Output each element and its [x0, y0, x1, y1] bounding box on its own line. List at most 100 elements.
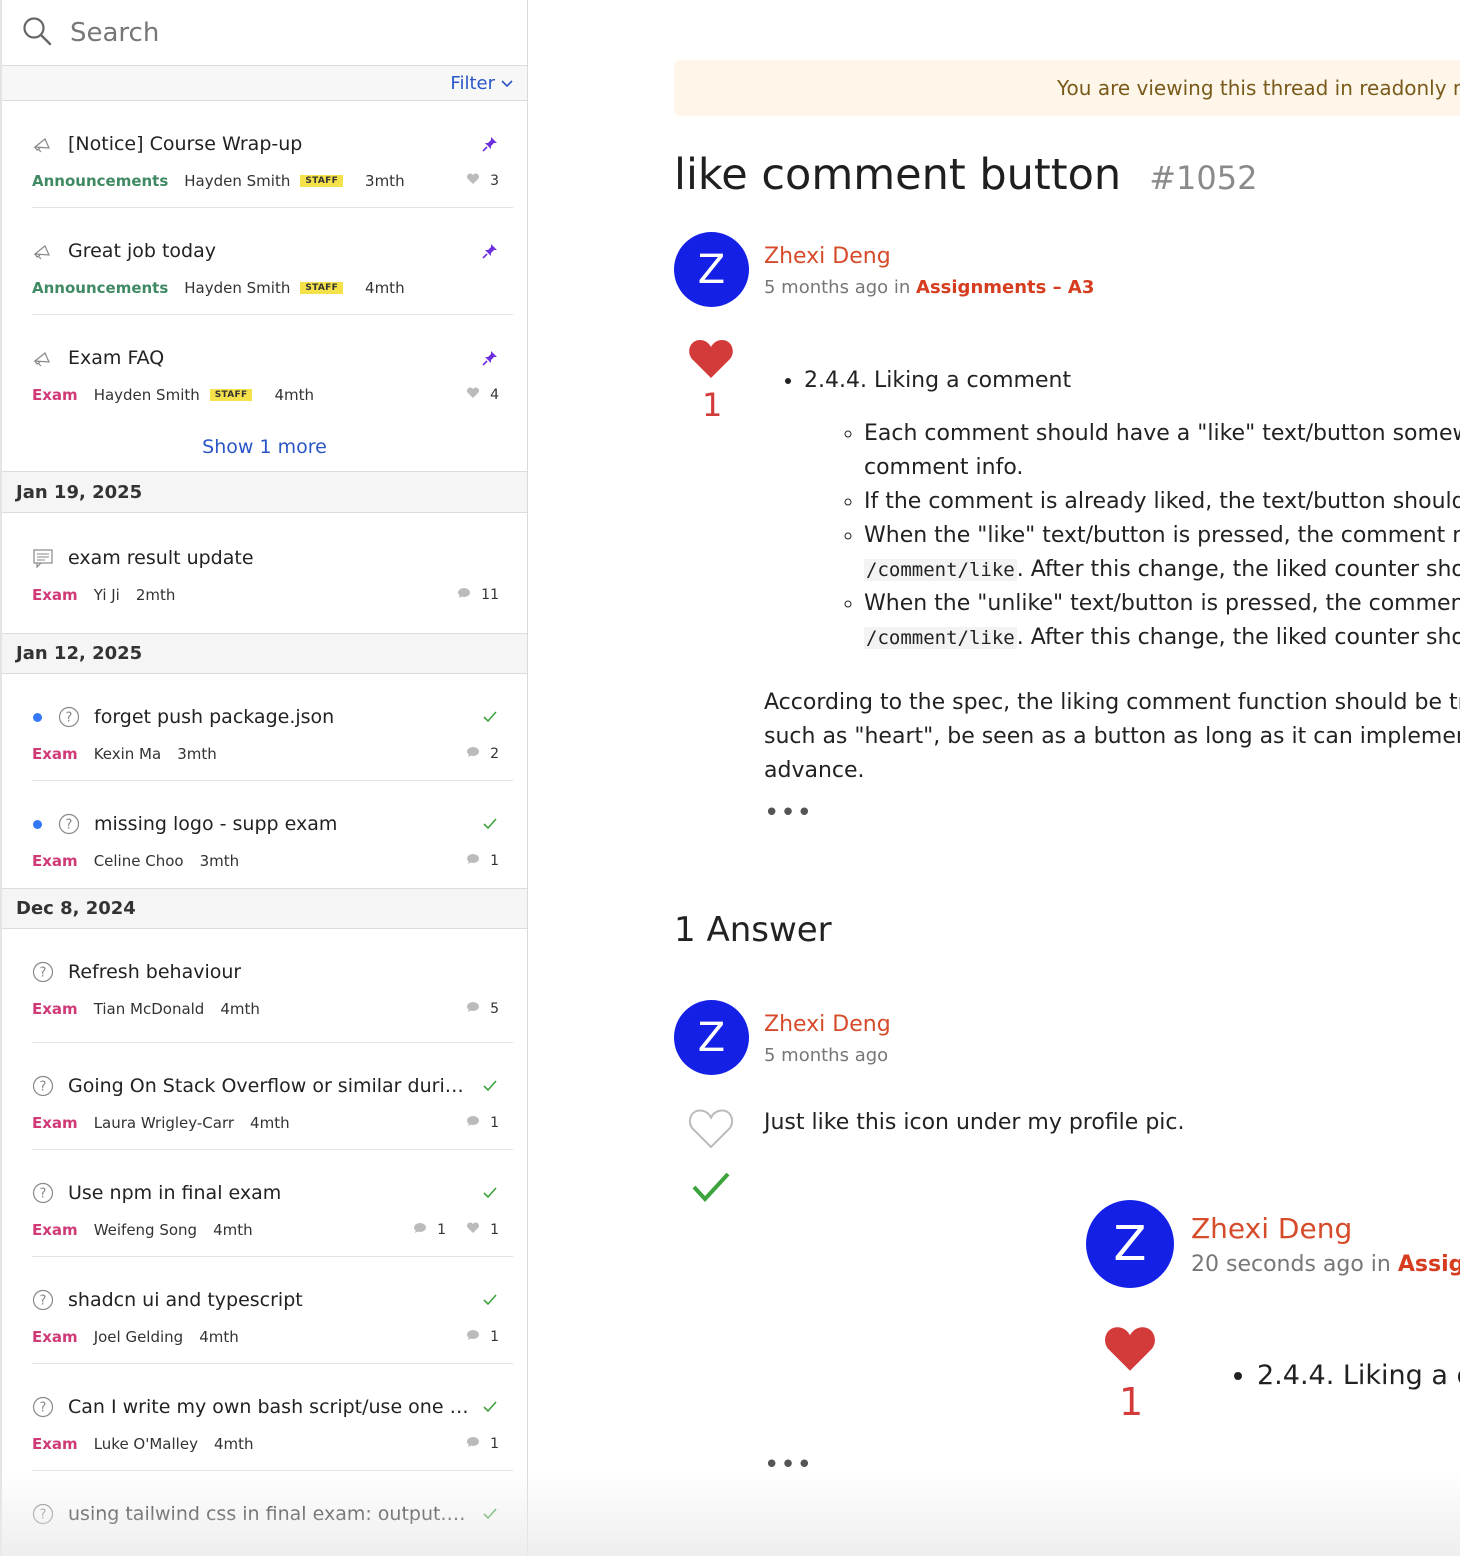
author-name: Yi Ji	[93, 586, 120, 604]
thread-item[interactable]: Great job today Announcements Hayden Smi…	[32, 208, 513, 315]
embedded-author-name: Zhexi Deng	[1191, 1212, 1353, 1245]
comment-icon	[466, 1001, 480, 1017]
answered-check-icon	[481, 1505, 499, 1523]
category-label: Exam	[32, 1000, 78, 1018]
comment-count: 1	[490, 853, 499, 869]
thread-title: exam result update	[68, 547, 254, 569]
author-name-link[interactable]: Zhexi Deng	[764, 244, 891, 269]
category-label: Exam	[32, 1328, 78, 1346]
thread-age: 3mth	[177, 745, 217, 763]
heart-like-button[interactable]	[688, 1108, 734, 1154]
thread-item[interactable]: ? Can I write my own bash script/use one…	[32, 1364, 513, 1471]
like-count: 1	[702, 386, 723, 424]
pin-icon	[481, 135, 499, 153]
avatar[interactable]: Z	[674, 232, 749, 307]
megaphone-icon	[32, 133, 54, 155]
unread-dot	[33, 819, 42, 829]
avatar: Z	[1086, 1200, 1174, 1288]
category-label: Exam	[32, 386, 78, 404]
megaphone-icon	[32, 347, 54, 369]
thread-item[interactable]: ? missing logo - supp exam Exam Celine C…	[32, 781, 513, 888]
heart-like-button[interactable]	[688, 338, 734, 384]
author-name: Hayden Smith	[184, 172, 291, 190]
thread-item[interactable]: ? using tailwind css in final exam: outp…	[32, 1471, 513, 1556]
thread-age: 4mth	[213, 1435, 254, 1453]
accepted-answer-check-icon[interactable]	[691, 1170, 731, 1208]
filter-button[interactable]: Filter	[450, 73, 513, 94]
thread-title: Great job today	[68, 240, 216, 262]
post-time: 5 months ago in	[764, 277, 911, 298]
comment-icon	[413, 1222, 427, 1238]
heart-icon	[466, 1222, 480, 1238]
thread-item[interactable]: [Notice] Course Wrap-up Announcements Ha…	[32, 101, 513, 208]
thread-title: forget push package.json	[94, 706, 335, 728]
heart-icon	[466, 173, 480, 189]
svg-text:?: ?	[40, 1401, 47, 1416]
megaphone-icon	[32, 240, 54, 262]
thread-item[interactable]: Exam FAQ Exam Hayden Smith STAFF 4mth 4	[32, 315, 513, 422]
answers-heading: 1 Answer	[674, 910, 832, 950]
thread-title: using tailwind css in final exam: output…	[68, 1503, 473, 1525]
comment-icon	[457, 587, 471, 603]
thread-age: 4mth	[220, 1000, 260, 1018]
thread-age: 4mth	[213, 1221, 253, 1239]
pin-icon	[481, 349, 499, 367]
question-icon: ?	[32, 1503, 54, 1525]
readonly-notice: You are viewing this thread in readonly …	[674, 60, 1460, 116]
author-name: Joel Gelding	[93, 1328, 184, 1346]
like-count: 4	[490, 387, 499, 403]
staff-badge: STAFF	[209, 389, 253, 401]
thread-age: 3mth	[365, 172, 405, 190]
staff-badge: STAFF	[300, 282, 344, 294]
show-more-link[interactable]: Show 1 more	[2, 422, 527, 472]
thread-item[interactable]: ? Going On Stack Overflow or similar dur…	[32, 1043, 513, 1150]
author-name: Luke O'Malley	[93, 1435, 198, 1453]
thread-item[interactable]: ? Refresh behaviour Exam Tian McDonald 4…	[32, 929, 513, 1043]
thread-number: #1052	[1149, 159, 1258, 197]
answered-check-icon	[481, 1184, 499, 1202]
search-icon	[22, 16, 52, 50]
more-options-button[interactable]: •••	[764, 1450, 813, 1480]
avatar[interactable]: Z	[674, 1000, 749, 1075]
chevron-down-icon	[501, 73, 513, 94]
embedded-post-time: 20 seconds ago in	[1191, 1252, 1391, 1277]
embedded-like-count: 1	[1119, 1380, 1144, 1424]
list-item: Each comment should have a "like" text/b…	[864, 417, 1460, 485]
thread-item[interactable]: exam result update Exam Yi Ji 2mth 11	[32, 513, 513, 633]
pin-icon	[481, 242, 499, 260]
unread-dot	[33, 712, 42, 722]
answer-text: Just like this icon under my profile pic…	[764, 1110, 1185, 1135]
author-name: Weifeng Song	[93, 1221, 198, 1239]
thread-title: [Notice] Course Wrap-up	[68, 133, 303, 155]
category-label: Announcements	[32, 172, 169, 190]
author-name-link[interactable]: Zhexi Deng	[764, 1012, 891, 1037]
thread-title: Refresh behaviour	[68, 961, 242, 983]
list-item: If the comment is already liked, the tex…	[864, 485, 1460, 519]
comment-icon	[466, 1436, 480, 1452]
thread-age: 4mth	[199, 1328, 239, 1346]
question-icon: ?	[32, 1182, 54, 1204]
question-icon: ?	[58, 706, 80, 728]
answered-check-icon	[481, 1398, 499, 1416]
thread-item[interactable]: ? forget push package.json Exam Kexin Ma…	[32, 674, 513, 781]
comment-icon	[466, 746, 480, 762]
post-body: 2.4.4. Liking a comment Each comment sho…	[804, 368, 1460, 655]
comment-count: 1	[490, 1115, 499, 1131]
more-options-button[interactable]: •••	[764, 798, 813, 828]
page-title: like comment button	[674, 150, 1122, 200]
author-name: Laura Wrigley-Carr	[93, 1114, 235, 1132]
author-name: Hayden Smith	[93, 386, 200, 404]
comment-icon	[466, 1329, 480, 1345]
thread-age: 3mth	[199, 852, 240, 870]
heart-icon	[1103, 1325, 1157, 1377]
thread-item[interactable]: ? Use npm in final exam Exam Weifeng Son…	[32, 1150, 513, 1257]
svg-text:?: ?	[40, 966, 47, 981]
author-name: Tian McDonald	[93, 1000, 205, 1018]
thread-item[interactable]: ? shadcn ui and typescript Exam Joel Gel…	[32, 1257, 513, 1364]
filter-label: Filter	[450, 72, 495, 94]
search-input[interactable]	[70, 17, 450, 48]
thread-age: 2mth	[135, 586, 176, 604]
category-link[interactable]: Assignments – A3	[916, 277, 1094, 298]
answered-check-icon	[481, 708, 499, 726]
thread-title: shadcn ui and typescript	[68, 1289, 303, 1311]
